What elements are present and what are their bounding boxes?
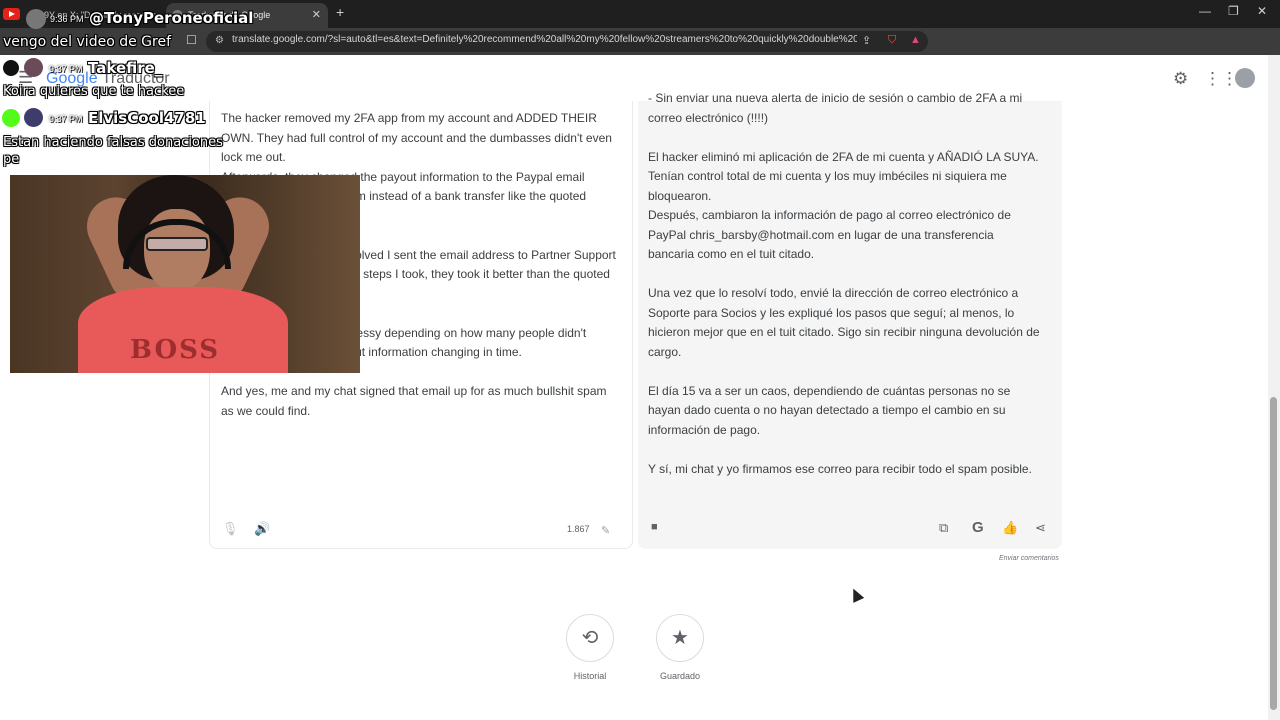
thumbs-icon[interactable]: 👍 bbox=[1002, 520, 1018, 536]
mouse-cursor bbox=[847, 586, 865, 603]
chat-message: Estan haciendo falsas donaciones pe bbox=[3, 135, 223, 167]
close-tab-icon[interactable]: ✕ bbox=[312, 3, 321, 28]
translate-header: ☰ Google Traductor ⚙ ⋮⋮ bbox=[0, 55, 1280, 101]
star-icon: ★ bbox=[671, 627, 689, 649]
chat-time: 9:37 PM bbox=[49, 114, 83, 124]
chat-message: Koira quieres que te hackee bbox=[3, 84, 185, 99]
bookmark-icon[interactable]: ☐ bbox=[186, 33, 197, 47]
share-icon[interactable]: ⋖ bbox=[1035, 520, 1046, 536]
kick-icon bbox=[2, 109, 20, 127]
microphone-icon[interactable]: 🎙 bbox=[222, 521, 239, 537]
brave-rewards-icon[interactable]: ▲ bbox=[910, 34, 921, 46]
gear-icon[interactable]: ⚙ bbox=[1173, 69, 1188, 89]
webcam-overlay: BOSS bbox=[10, 175, 360, 373]
saved-button[interactable]: ★ bbox=[656, 614, 704, 662]
glasses-icon bbox=[146, 237, 208, 251]
history-icon: ⟲ bbox=[581, 627, 599, 649]
omnibox[interactable]: ⚙ translate.google.com/?sl=auto&tl=es&te… bbox=[206, 31, 928, 52]
shirt-logo: BOSS bbox=[130, 335, 221, 365]
google-g-icon[interactable]: G bbox=[972, 519, 984, 536]
page-scrollbar[interactable] bbox=[1268, 55, 1280, 720]
send-feedback-link[interactable]: Enviar comentarios bbox=[999, 555, 1059, 562]
avatar[interactable] bbox=[1235, 68, 1255, 88]
stream-caption: vengo del video de Gref bbox=[3, 34, 171, 50]
chat-username: Takefire_ bbox=[88, 59, 163, 77]
tiktok-icon bbox=[2, 59, 20, 77]
channel-name: @TonyPeroneoficial bbox=[89, 9, 254, 27]
history-label: Historial bbox=[573, 671, 607, 681]
minimize-icon[interactable]: — bbox=[1199, 4, 1211, 18]
chat-username: ElvisCool4781 bbox=[88, 109, 206, 127]
close-window-icon[interactable]: ✕ bbox=[1257, 4, 1267, 18]
share-page-icon[interactable]: ⇪ bbox=[862, 34, 871, 47]
apps-grid-icon[interactable]: ⋮⋮ bbox=[1204, 69, 1238, 89]
stop-icon[interactable]: ■ bbox=[651, 521, 658, 533]
translation-panel: - Sin enviar una nueva alerta de inicio … bbox=[638, 91, 1062, 549]
saved-label: Guardado bbox=[659, 671, 701, 681]
channel-time: 9:36 PM bbox=[50, 14, 84, 24]
scrollbar-thumb[interactable] bbox=[1270, 397, 1277, 710]
url-text[interactable]: translate.google.com/?sl=auto&tl=es&text… bbox=[232, 34, 857, 45]
site-info-icon[interactable]: ⚙ bbox=[215, 35, 224, 46]
maximize-icon[interactable]: ❐ bbox=[1228, 4, 1239, 18]
chat-avatar bbox=[24, 108, 43, 127]
brave-shield-icon[interactable]: ⛉ bbox=[888, 34, 896, 47]
translation-text: - Sin enviar una nueva alerta de inicio … bbox=[648, 91, 1040, 476]
copy-icon[interactable]: ⧉ bbox=[939, 520, 948, 536]
chat-avatar bbox=[24, 58, 43, 77]
history-button[interactable]: ⟲ bbox=[566, 614, 614, 662]
channel-avatar bbox=[26, 9, 46, 29]
pencil-icon[interactable]: ✎ bbox=[601, 524, 610, 537]
speaker-icon[interactable]: 🔊 bbox=[254, 521, 270, 537]
youtube-icon bbox=[3, 8, 20, 20]
chat-time: 9:37 PM bbox=[49, 64, 83, 74]
new-tab-button[interactable]: + bbox=[336, 4, 344, 20]
char-count: 1.867 bbox=[567, 524, 590, 534]
screen: 9Y en X: "Definitely recomm... Traductor… bbox=[0, 0, 1280, 720]
